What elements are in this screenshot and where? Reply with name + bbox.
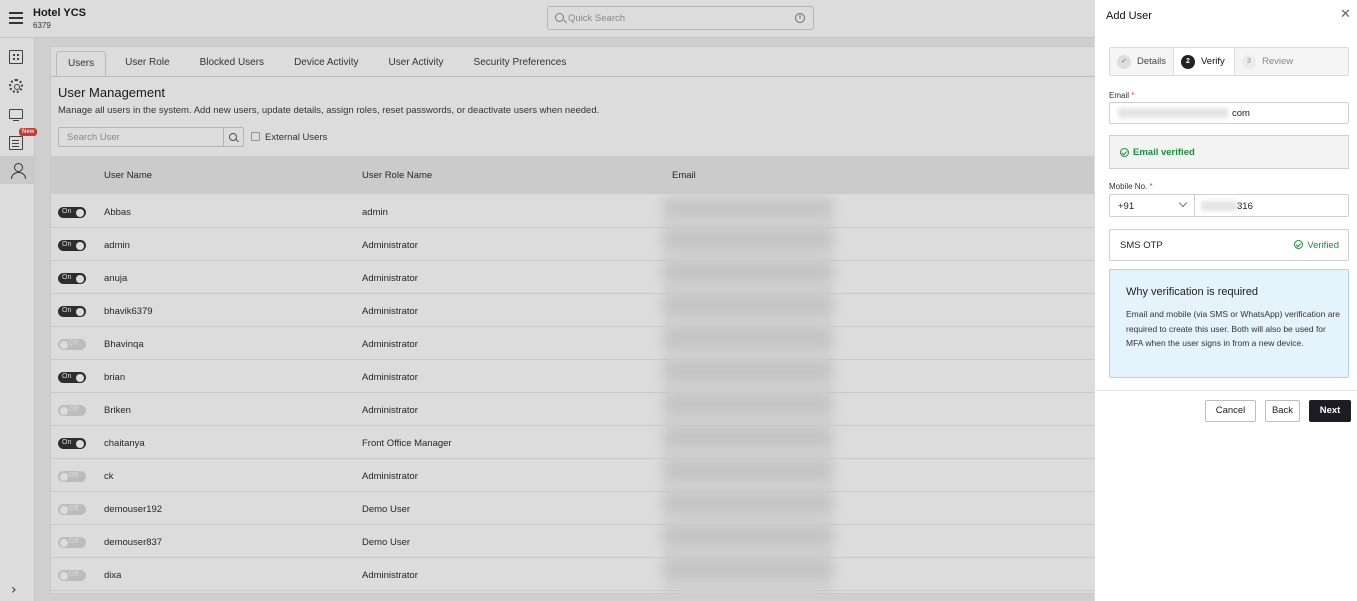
check-icon: ✓ — [1117, 54, 1131, 69]
mobile-field[interactable]: 316 — [1195, 194, 1349, 217]
add-user-drawer: Add User ✕ ✓ Details 2 Verify 3 Review E… — [1094, 0, 1357, 601]
email-label-text: Email — [1109, 91, 1130, 100]
sms-otp-box: SMS OTP Verified — [1109, 229, 1349, 261]
info-title: Why verification is required — [1126, 286, 1259, 298]
footer-divider — [1095, 390, 1357, 391]
sms-otp-status: Verified — [1307, 240, 1339, 251]
mobile-label-text: Mobile No. — [1109, 182, 1148, 191]
country-code-value: +91 — [1118, 201, 1135, 212]
check-circle-icon — [1294, 240, 1303, 249]
verification-info-box: Why verification is required Email and m… — [1109, 269, 1349, 378]
step-label: Details — [1137, 56, 1167, 67]
required-mark: * — [1131, 91, 1135, 100]
close-icon[interactable]: ✕ — [1340, 8, 1351, 21]
chevron-down-icon — [1178, 198, 1188, 208]
email-verified-text: Email verified — [1133, 147, 1195, 158]
email-label: Email * — [1109, 91, 1134, 100]
step-review[interactable]: 3 Review — [1235, 48, 1348, 75]
step-label: Verify — [1201, 56, 1225, 67]
modal-overlay[interactable] — [0, 0, 1094, 601]
required-mark: * — [1149, 182, 1153, 191]
step-verify[interactable]: 2 Verify — [1174, 48, 1235, 75]
mobile-value: 316 — [1237, 201, 1253, 212]
sms-otp-label: SMS OTP — [1120, 240, 1163, 251]
email-field[interactable]: com — [1109, 102, 1349, 124]
next-button[interactable]: Next — [1309, 400, 1351, 422]
check-circle-icon — [1120, 148, 1129, 157]
mobile-label: Mobile No. * — [1109, 182, 1153, 191]
country-code-select[interactable]: +91 — [1109, 194, 1195, 217]
step-details[interactable]: ✓ Details — [1110, 48, 1174, 75]
email-value: com — [1232, 108, 1250, 119]
cancel-button[interactable]: Cancel — [1205, 400, 1256, 422]
stepper: ✓ Details 2 Verify 3 Review — [1109, 47, 1349, 76]
drawer-title: Add User — [1106, 10, 1152, 22]
info-text: Email and mobile (via SMS or WhatsApp) v… — [1126, 309, 1340, 348]
mobile-redacted — [1201, 201, 1237, 211]
email-verified-box: Email verified — [1109, 135, 1349, 169]
back-button[interactable]: Back — [1265, 400, 1300, 422]
step-label: Review — [1262, 56, 1294, 67]
step-number: 2 — [1181, 54, 1195, 69]
step-number: 3 — [1242, 54, 1256, 69]
email-redacted — [1118, 108, 1228, 118]
